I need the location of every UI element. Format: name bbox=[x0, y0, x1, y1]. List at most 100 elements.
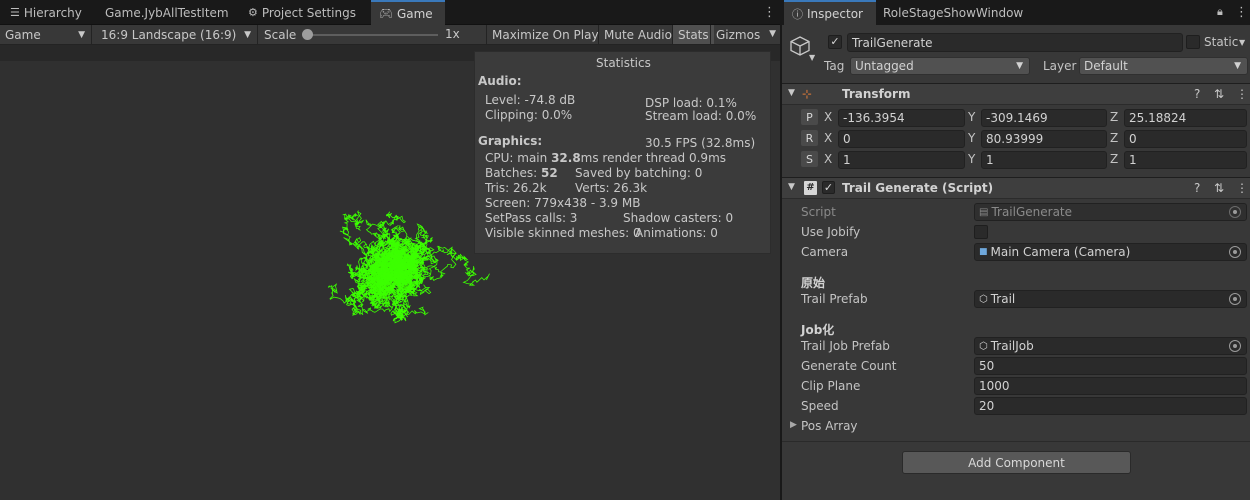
transform-z-input[interactable]: 0 bbox=[1124, 130, 1247, 148]
audio-clipping: Clipping: 0.0% bbox=[485, 108, 573, 122]
prefab-cube-icon: ⬡ bbox=[979, 293, 988, 305]
tab-rolestageshowwindow[interactable]: RoleStageShowWindow bbox=[875, 0, 1031, 25]
add-component-button[interactable]: Add Component bbox=[902, 451, 1131, 474]
stats-button[interactable]: Stats bbox=[672, 25, 714, 44]
transform-y-input[interactable]: 1 bbox=[981, 151, 1107, 169]
gameobject-name-value: TrailGenerate bbox=[852, 35, 933, 50]
maximize-on-play-button[interactable]: Maximize On Play bbox=[486, 25, 604, 44]
tag-dropdown[interactable]: Untagged ▼ bbox=[850, 57, 1030, 75]
shadow-casters: Shadow casters: 0 bbox=[623, 211, 734, 225]
object-picker-icon[interactable] bbox=[1229, 246, 1241, 258]
transform-x-input[interactable]: -136.3954 bbox=[838, 109, 965, 127]
static-checkbox[interactable] bbox=[1186, 35, 1200, 49]
axis-x-label[interactable]: X bbox=[824, 152, 832, 166]
fps: 30.5 FPS (32.8ms) bbox=[645, 136, 756, 150]
tab-hierarchy[interactable]: ☰ Hierarchy bbox=[2, 0, 90, 25]
transform-y-input[interactable]: -309.1469 bbox=[981, 109, 1107, 127]
graphics-header: Graphics: bbox=[478, 134, 543, 148]
tab-project-settings[interactable]: ⚙ Project Settings bbox=[240, 0, 364, 25]
script-component-header[interactable]: ▼ # ✓ Trail Generate (Script) ? ⇅ ⋮ bbox=[782, 177, 1250, 199]
object-picker-icon[interactable] bbox=[1229, 293, 1241, 305]
generate-count-input[interactable]: 50 bbox=[974, 357, 1247, 375]
transform-x-input[interactable]: 1 bbox=[838, 151, 965, 169]
transform-y-input[interactable]: 80.93999 bbox=[981, 130, 1107, 148]
axis-z-label[interactable]: Z bbox=[1110, 131, 1118, 145]
add-component-label: Add Component bbox=[968, 455, 1065, 470]
lock-icon[interactable]: 🔒︎ bbox=[1217, 5, 1223, 19]
chevron-down-icon[interactable]: ▼ bbox=[1239, 38, 1245, 47]
component-menu-icon[interactable]: ⋮ bbox=[1236, 181, 1248, 195]
inspector-menu-icon[interactable]: ⋮ bbox=[1235, 5, 1248, 20]
transform-header[interactable]: ▼ ⊹ Transform ? ⇅ ⋮ bbox=[782, 83, 1250, 105]
gizmos-label: Gizmos bbox=[716, 27, 761, 42]
axis-z-label[interactable]: Z bbox=[1110, 152, 1118, 166]
trail-prefab-value: Trail bbox=[990, 292, 1016, 306]
stream-load: Stream load: 0.0% bbox=[645, 109, 757, 123]
help-icon[interactable]: ? bbox=[1194, 87, 1200, 101]
visible-skinned-meshes: Visible skinned meshes: 0 bbox=[485, 226, 641, 240]
axis-z-label[interactable]: Z bbox=[1110, 110, 1118, 124]
pos-array-foldout[interactable]: Pos Array bbox=[801, 419, 858, 433]
script-value: TrailGenerate bbox=[991, 205, 1073, 219]
mute-audio-button[interactable]: Mute Audio bbox=[598, 25, 677, 44]
aspect-dropdown[interactable]: 16:9 Landscape (16:9) ▼ bbox=[96, 25, 258, 44]
tab-inspector[interactable]: ⓘ Inspector bbox=[784, 0, 876, 25]
display-dropdown[interactable]: Game ▼ bbox=[0, 25, 92, 44]
layer-dropdown[interactable]: Default ▼ bbox=[1079, 57, 1248, 75]
preset-icon[interactable]: ⇅ bbox=[1214, 181, 1224, 195]
transform-title: Transform bbox=[842, 87, 911, 101]
display-value: Game bbox=[5, 27, 41, 42]
trail-prefab-field[interactable]: ⬡ Trail bbox=[974, 290, 1247, 308]
tag-value: Untagged bbox=[855, 59, 914, 73]
verts: Verts: 26.3k bbox=[575, 181, 648, 195]
axis-y-label[interactable]: Y bbox=[968, 110, 975, 124]
script-field: ▤ TrailGenerate bbox=[974, 203, 1247, 221]
left-pane-menu-icon[interactable]: ⋮ bbox=[763, 5, 776, 20]
transform-z-input[interactable]: 25.18824 bbox=[1124, 109, 1247, 127]
speed-input[interactable]: 20 bbox=[974, 397, 1247, 415]
cpu-line: CPU: main 32.8ms render thread 0.9ms bbox=[485, 151, 726, 165]
component-menu-icon[interactable]: ⋮ bbox=[1236, 87, 1248, 101]
foldout-arrow-icon[interactable]: ▼ bbox=[788, 88, 795, 98]
camera-label: Camera bbox=[801, 245, 849, 259]
transform-x-value: -136.3954 bbox=[843, 111, 905, 125]
chevron-down-icon[interactable]: ▼ bbox=[809, 53, 815, 62]
section-original-header: 原始 bbox=[801, 276, 826, 290]
preset-icon[interactable]: ⇅ bbox=[1214, 87, 1224, 101]
aspect-value: 16:9 Landscape (16:9) bbox=[101, 27, 237, 42]
trail-job-prefab-field[interactable]: ⬡ TrailJob bbox=[974, 337, 1247, 355]
foldout-arrow-icon[interactable]: ▼ bbox=[788, 182, 795, 192]
inspector-panel: ▼ ✓ TrailGenerate Static ▼ Tag Untagged ▼… bbox=[782, 25, 1250, 500]
transform-key-badge[interactable]: S bbox=[801, 151, 818, 167]
axis-x-label[interactable]: X bbox=[824, 131, 832, 145]
active-checkbox[interactable]: ✓ bbox=[828, 35, 842, 49]
axis-x-label[interactable]: X bbox=[824, 110, 832, 124]
use-jobify-label: Use Jobify bbox=[801, 225, 861, 239]
object-picker-icon bbox=[1229, 206, 1241, 218]
transform-y-value: 1 bbox=[986, 153, 994, 167]
object-picker-icon[interactable] bbox=[1229, 340, 1241, 352]
tab-game-jyballtestitem-label: Game.JybAllTestItem bbox=[105, 5, 229, 20]
axis-y-label[interactable]: Y bbox=[968, 152, 975, 166]
tab-game[interactable]: 🎮︎ Game bbox=[371, 0, 445, 25]
tab-game-jyballtestitem[interactable]: Game.JybAllTestItem bbox=[97, 0, 237, 25]
clip-plane-input[interactable]: 1000 bbox=[974, 377, 1247, 395]
transform-z-input[interactable]: 1 bbox=[1124, 151, 1247, 169]
transform-key-badge[interactable]: P bbox=[801, 109, 818, 125]
gameobject-name-input[interactable]: TrailGenerate bbox=[847, 33, 1183, 52]
cpu-prefix: CPU: main bbox=[485, 151, 552, 165]
script-enabled-checkbox[interactable]: ✓ bbox=[822, 181, 835, 194]
transform-key-badge[interactable]: R bbox=[801, 130, 818, 146]
tris: Tris: 26.2k bbox=[485, 181, 547, 195]
camera-field[interactable]: ■ Main Camera (Camera) bbox=[974, 243, 1247, 261]
help-icon[interactable]: ? bbox=[1194, 181, 1200, 195]
foldout-arrow-icon[interactable]: ▶ bbox=[790, 420, 797, 430]
transform-x-input[interactable]: 0 bbox=[838, 130, 965, 148]
use-jobify-checkbox[interactable] bbox=[974, 225, 988, 239]
scale-slider-handle[interactable] bbox=[302, 29, 313, 40]
gamepad-icon: 🎮︎ bbox=[379, 7, 393, 20]
scale-slider-track[interactable] bbox=[306, 34, 438, 36]
static-label: Static bbox=[1204, 35, 1239, 49]
gizmos-dropdown[interactable]: Gizmos ▼ bbox=[710, 25, 780, 44]
axis-y-label[interactable]: Y bbox=[968, 131, 975, 145]
